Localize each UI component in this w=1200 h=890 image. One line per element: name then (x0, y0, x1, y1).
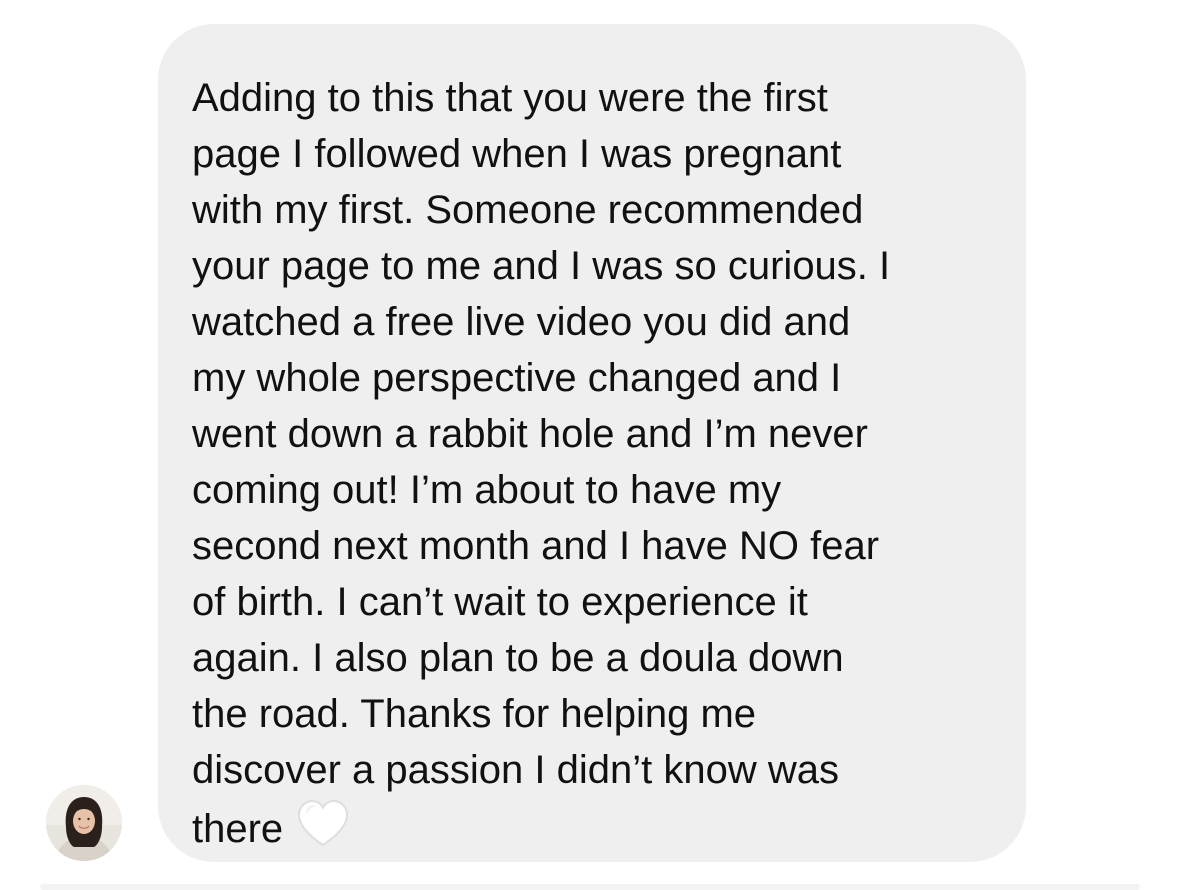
message-line-11: again. I also plan to be a doula down (192, 636, 844, 680)
message-line-4: your page to me and I was so curious. I (192, 244, 891, 288)
message-line-14-text: there (192, 807, 284, 851)
chat-screen: Adding to this that you were the first p… (0, 0, 1200, 890)
message-line-3: with my first. Someone recommended (192, 188, 864, 232)
message-line-14: there (192, 798, 1006, 857)
white-heart-icon (298, 799, 349, 847)
message-line-2: page I followed when I was pregnant (192, 132, 842, 176)
message-bubble[interactable]: Adding to this that you were the first p… (158, 24, 1026, 862)
message-line-1: Adding to this that you were the first (192, 76, 828, 120)
message-line-7: went down a rabbit hole and I’m never (192, 412, 868, 456)
message-line-9: second next month and I have NO fear (192, 524, 880, 568)
message-line-10: of birth. I can’t wait to experience it (192, 580, 808, 624)
message-line-12: the road. Thanks for helping me (192, 692, 757, 736)
bottom-divider (40, 884, 1140, 890)
message-line-6: my whole perspective changed and I (192, 356, 842, 400)
sender-avatar[interactable] (46, 785, 122, 861)
avatar-photo-icon (46, 785, 122, 861)
message-line-13: discover a passion I didn’t know was (192, 748, 839, 792)
message-line-8: coming out! I’m about to have my (192, 468, 782, 512)
message-line-5: watched a free live video you did and (192, 300, 851, 344)
